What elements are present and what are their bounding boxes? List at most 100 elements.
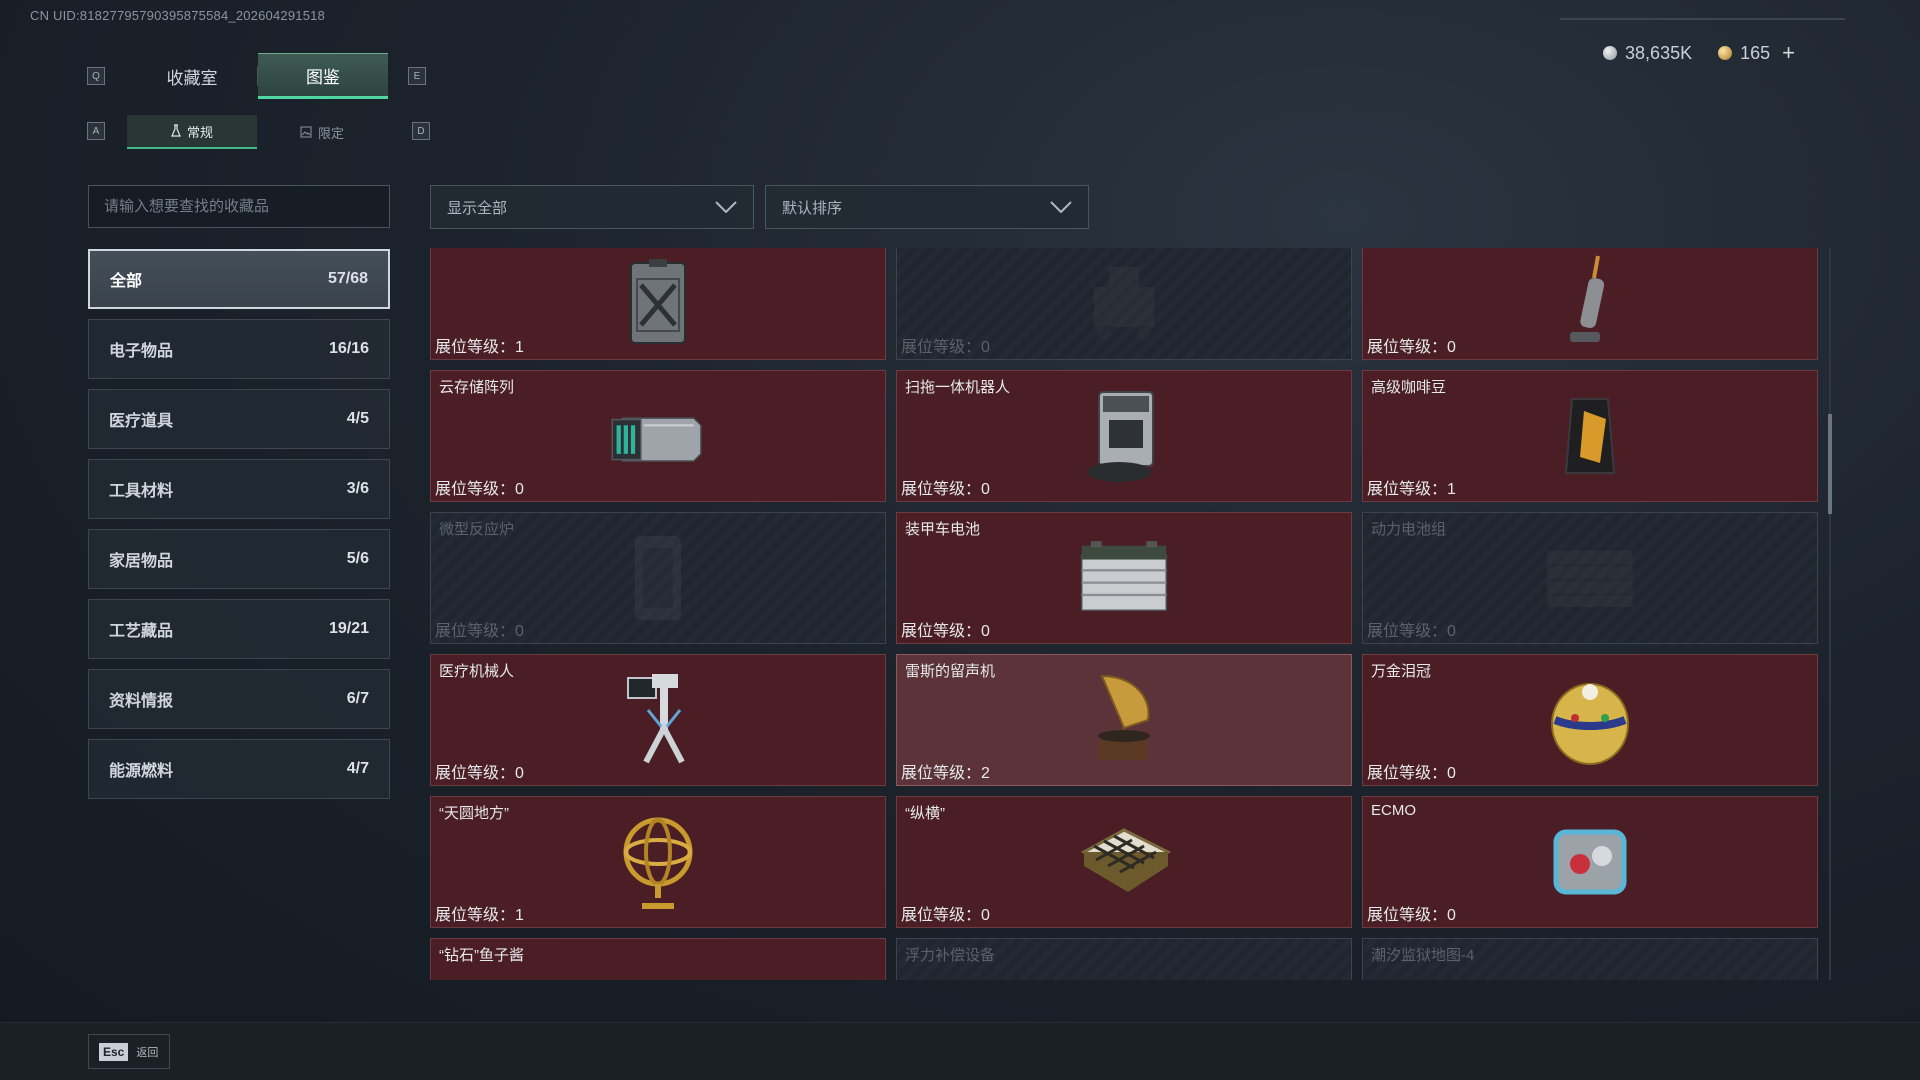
battery-pack-icon xyxy=(1540,528,1640,628)
category-crafts[interactable]: 工艺藏品 19/21 xyxy=(88,599,390,659)
level-value: 0 xyxy=(1447,339,1456,356)
collectible-level: 展位等级：0 xyxy=(901,475,990,499)
scrollbar-thumb[interactable] xyxy=(1828,414,1832,514)
collectible-card[interactable]: ECMO 展位等级：0 xyxy=(1362,796,1818,928)
collectible-card[interactable]: 医疗机械人 展位等级：0 xyxy=(430,654,886,786)
subtab-limited-label: 限定 xyxy=(317,125,344,141)
machine-icon xyxy=(1074,252,1174,352)
e-key-hint: E xyxy=(408,67,426,85)
level-value: 0 xyxy=(1447,623,1456,640)
show-filter-dropdown[interactable]: 显示全部 xyxy=(430,185,754,229)
scrollbar-track xyxy=(1829,248,1831,980)
category-intel[interactable]: 资料情报 6/7 xyxy=(88,669,390,729)
level-prefix: 展位等级： xyxy=(435,623,516,640)
d-key-hint: D xyxy=(412,122,430,140)
collectible-name: 雷斯的留声机 xyxy=(905,663,996,680)
collectible-card[interactable]: 万金泪冠 展位等级：0 xyxy=(1362,654,1818,786)
collectible-card[interactable]: “钻石”鱼子酱 xyxy=(430,938,886,980)
collectible-name: “天圆地方” xyxy=(439,805,509,822)
collectible-level: 展位等级：0 xyxy=(1367,333,1456,357)
search-input[interactable] xyxy=(88,185,390,228)
category-count: 3/6 xyxy=(346,480,369,497)
category-energy[interactable]: 能源燃料 4/7 xyxy=(88,739,390,799)
level-value: 1 xyxy=(515,339,524,356)
collectible-card[interactable]: 展位等级：0 xyxy=(1362,248,1818,360)
level-value: 1 xyxy=(515,907,524,924)
category-all[interactable]: 全部 57/68 xyxy=(88,249,390,309)
level-value: 0 xyxy=(515,623,524,640)
category-label: 家居物品 xyxy=(109,553,174,570)
collectible-level: 展位等级：2 xyxy=(901,759,990,783)
jeweled-egg-icon xyxy=(1540,670,1640,770)
category-count: 4/7 xyxy=(346,760,369,777)
back-button[interactable]: Esc 返回 xyxy=(88,1034,170,1069)
back-label: 返回 xyxy=(136,1046,159,1059)
collectible-card[interactable]: 扫拖一体机器人 展位等级：0 xyxy=(896,370,1352,502)
sub-tabs: 常规 限定 xyxy=(127,115,387,149)
collectible-level: 展位等级：0 xyxy=(901,617,990,641)
collectible-card[interactable]: 展位等级：1 xyxy=(430,248,886,360)
level-value: 2 xyxy=(981,765,990,782)
collectible-level: 展位等级：1 xyxy=(1367,475,1456,499)
category-count: 4/5 xyxy=(346,410,369,427)
category-label: 电子物品 xyxy=(109,343,174,360)
top-divider xyxy=(1560,18,1845,20)
collectible-level: 展位等级：0 xyxy=(435,617,524,641)
armillary-sphere-icon xyxy=(608,812,708,912)
category-label: 能源燃料 xyxy=(109,763,174,780)
gold-coin-icon xyxy=(1718,46,1733,60)
collectible-name: 医疗机械人 xyxy=(439,663,515,680)
level-prefix: 展位等级： xyxy=(1367,623,1448,640)
level-prefix: 展位等级： xyxy=(1367,339,1448,356)
robot-vacuum-icon xyxy=(1074,386,1174,486)
collectible-level: 展位等级：0 xyxy=(901,901,990,925)
tab-collection-room[interactable]: 收藏室 xyxy=(127,53,257,99)
collectible-card[interactable]: 装甲车电池 展位等级：0 xyxy=(896,512,1352,644)
bottom-bar xyxy=(0,1022,1920,1080)
collectible-name: 微型反应炉 xyxy=(439,521,515,538)
category-count: 19/21 xyxy=(328,620,369,637)
sort-dropdown[interactable]: 默认排序 xyxy=(765,185,1089,229)
level-value: 0 xyxy=(981,339,990,356)
collectible-card[interactable]: 雷斯的留声机展位等级：2 xyxy=(896,654,1352,786)
subtab-regular[interactable]: 常规 xyxy=(127,115,257,149)
collectible-card[interactable]: 高级咖啡豆 展位等级：1 xyxy=(1362,370,1818,502)
reactor-icon xyxy=(608,528,708,628)
level-value: 0 xyxy=(515,481,524,498)
level-value: 0 xyxy=(515,765,524,782)
category-electronics[interactable]: 电子物品 16/16 xyxy=(88,319,390,379)
collectible-card[interactable]: “纵横” 展位等级：0 xyxy=(896,796,1352,928)
collectible-level: 展位等级：1 xyxy=(435,901,524,925)
currency-bar: 38,635K 165 + xyxy=(1603,40,1795,66)
coffee-bag-icon xyxy=(1540,386,1640,486)
category-tools[interactable]: 工具材料 3/6 xyxy=(88,459,390,519)
collectible-name: 潮汐监狱地图-4 xyxy=(1371,947,1475,964)
tab-catalog[interactable]: 图鉴 xyxy=(258,53,388,99)
collectible-card[interactable]: 浮力补偿设备 xyxy=(896,938,1352,980)
bcd-icon xyxy=(1074,954,1174,980)
category-count: 16/16 xyxy=(328,340,369,357)
q-key-hint: Q xyxy=(87,67,105,85)
add-currency-button[interactable]: + xyxy=(1782,40,1795,66)
collectible-card[interactable]: 微型反应炉展位等级：0 xyxy=(430,512,886,644)
collectible-card[interactable]: 潮汐监狱地图-4 xyxy=(1362,938,1818,980)
level-value: 0 xyxy=(981,481,990,498)
jerrycan-icon xyxy=(608,252,708,352)
collectible-card[interactable]: 展位等级：0 xyxy=(896,248,1352,360)
level-value: 0 xyxy=(981,623,990,640)
level-value: 0 xyxy=(1447,765,1456,782)
sort-label: 默认排序 xyxy=(782,199,843,217)
subtab-limited[interactable]: 限定 xyxy=(257,115,387,149)
level-prefix: 展位等级： xyxy=(901,765,982,782)
esc-key-icon: Esc xyxy=(99,1042,129,1061)
category-household[interactable]: 家居物品 5/6 xyxy=(88,529,390,589)
level-prefix: 展位等级： xyxy=(901,623,982,640)
collectible-card[interactable]: “天圆地方” 展位等级：1 xyxy=(430,796,886,928)
collectible-name: ECMO xyxy=(1371,802,1416,819)
category-medical[interactable]: 医疗道具 4/5 xyxy=(88,389,390,449)
collectible-card[interactable]: 动力电池组 展位等级：0 xyxy=(1362,512,1818,644)
main-tabs: 收藏室 图鉴 xyxy=(127,53,388,99)
collectible-card[interactable]: 云存储阵列 展位等级：0 xyxy=(430,370,886,502)
category-label: 资料情报 xyxy=(109,693,174,710)
silver-currency: 38,635K xyxy=(1603,43,1692,64)
